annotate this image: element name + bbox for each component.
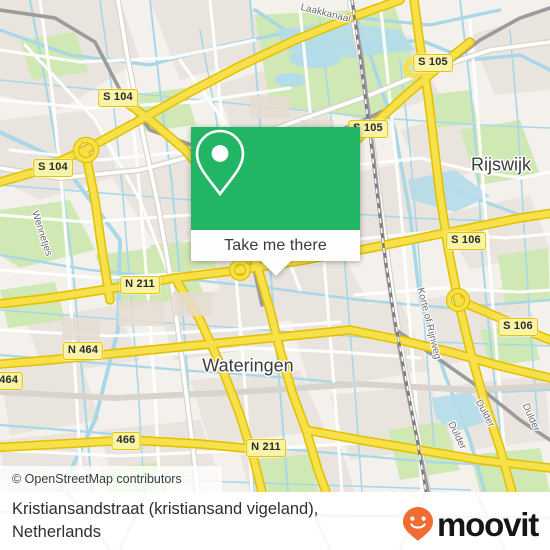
road-shield: N 464	[0, 372, 24, 390]
map-attribution[interactable]: © OpenStreetMap contributors	[0, 466, 222, 492]
map-canvas[interactable]: S 104 S 104 S 105 S 105 S 106 S 106 N 21…	[0, 0, 550, 492]
footer-bar: Kristiansandstraat (kristiansand vigelan…	[0, 492, 550, 550]
place-label: Rijswijk	[471, 154, 531, 175]
road-shield: S 104	[98, 89, 138, 107]
road-shield: S 106	[498, 318, 538, 336]
road-shield: N 211	[120, 276, 160, 294]
take-me-there-label: Take me there	[224, 236, 327, 254]
page-title: Kristiansandstraat (kristiansand vigelan…	[12, 498, 372, 545]
location-popup-card[interactable]: Take me there	[191, 127, 360, 276]
road-shield: S 104	[33, 159, 73, 177]
page-title-line2: Netherlands	[12, 523, 101, 542]
road-shield: N 211	[246, 439, 286, 457]
moovit-smiley-pin-icon	[403, 507, 434, 541]
popup-tail	[260, 261, 291, 276]
attribution-text: © OpenStreetMap contributors	[12, 472, 182, 486]
page-title-line1: Kristiansandstraat (kristiansand vigelan…	[12, 500, 319, 518]
map-pin-icon	[195, 129, 245, 197]
moovit-map-page: S 104 S 104 S 105 S 105 S 106 S 106 N 21…	[0, 0, 550, 550]
road-shield: N 464	[62, 342, 104, 360]
road-shield: S 106	[446, 232, 486, 250]
road-shield: S 105	[413, 54, 453, 72]
place-label: Wateringen	[202, 355, 294, 376]
road-shield: 466	[111, 432, 141, 450]
moovit-logo[interactable]: moovit	[401, 505, 539, 543]
popup-pin-area	[191, 127, 360, 230]
take-me-there-button[interactable]: Take me there	[191, 230, 360, 261]
moovit-wordmark: moovit	[437, 505, 539, 543]
